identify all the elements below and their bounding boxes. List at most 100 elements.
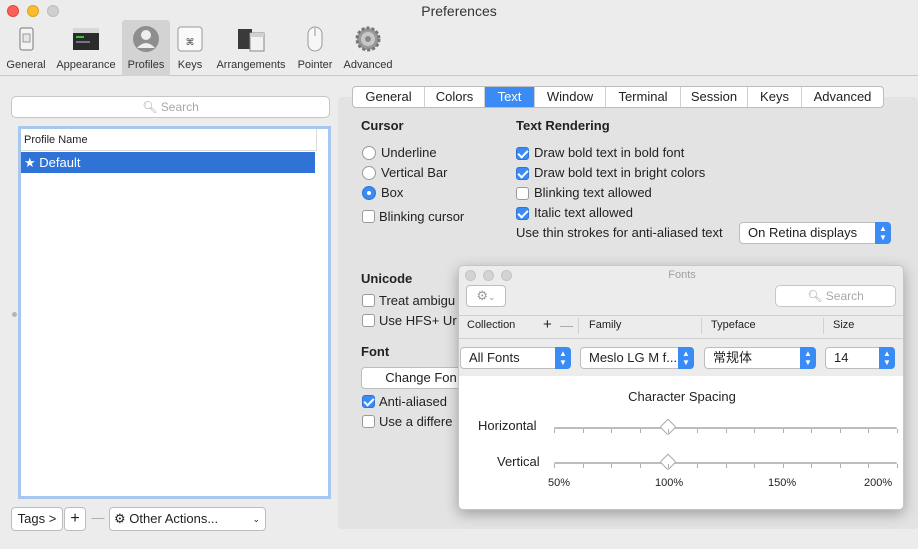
cursor-underline-radio[interactable] [362,146,376,160]
tab-advanced[interactable]: Advanced [802,87,883,107]
slider-tick [639,429,641,433]
bold-font-label: Draw bold text in bold font [534,145,685,160]
cursor-box-radio[interactable] [362,186,376,200]
toolbar-general[interactable]: General [3,20,49,76]
size-dropdown[interactable]: 14 ▲ ▼ [825,347,895,369]
fonts-search-field[interactable]: 🔍︎ Search [775,285,896,307]
profile-list[interactable]: Profile Name ★ Default [18,126,331,499]
use-hfs-checkbox[interactable] [362,314,375,327]
cursor-box-label: Box [381,185,404,200]
toolbar-appearance-label: Appearance [56,59,116,71]
profile-name-column-header[interactable]: Profile Name [21,129,317,151]
bold-font-checkbox[interactable] [516,147,529,160]
scale-label-150: 150% [768,477,797,489]
arrangements-icon [238,29,265,52]
updown-arrows-icon: ▲ ▼ [879,347,895,369]
profile-search-field[interactable]: 🔍︎ Search [11,96,330,118]
tags-button[interactable]: Tags > [11,507,63,531]
window-title: Preferences [421,3,497,19]
tab-text[interactable]: Text [485,87,535,107]
zoom-window-button[interactable] [47,5,59,17]
gear-icon [355,26,381,52]
tab-window[interactable]: Window [535,87,606,107]
scale-label-200: 200% [864,477,893,489]
phone-icon [19,27,34,51]
close-window-button[interactable] [7,5,19,17]
search-icon: 🔍︎ [807,289,823,303]
text-rendering-heading: Text Rendering [516,118,610,133]
gear-icon: ⚙ [114,511,126,526]
cursor-vertical-bar-radio[interactable] [362,166,376,180]
tab-session[interactable]: Session [681,87,748,107]
toolbar-advanced-label: Advanced [343,59,393,71]
tab-general[interactable]: General [353,87,425,107]
other-actions-label: Other Actions... [129,511,219,526]
add-collection-button[interactable]: + [543,316,552,333]
collection-value: All Fonts [469,350,520,365]
toolbar-advanced[interactable]: Advanced [340,20,396,76]
toolbar-appearance[interactable]: Appearance [52,20,120,76]
command-key-icon: ⌘ [177,26,203,52]
toolbar-general-label: General [6,59,46,71]
vertical-label: Vertical [497,454,540,469]
blinking-text-checkbox[interactable] [516,187,529,200]
other-actions-dropdown[interactable]: ⚙ Other Actions... ⌄ [109,507,266,531]
slider-tick [782,464,784,468]
slider-tick [839,464,841,468]
mouse-icon [307,26,323,52]
use-different-font-checkbox[interactable] [362,415,375,428]
profile-search-placeholder: Search [160,100,199,114]
slider-tick [725,464,727,468]
remove-profile-button[interactable]: — [88,507,108,531]
title-bar: Preferences [0,0,918,22]
anti-aliased-checkbox[interactable] [362,395,375,408]
tab-keys[interactable]: Keys [748,87,802,107]
slider-tick [782,429,784,433]
italic-text-label: Italic text allowed [534,205,633,220]
slider-tick [582,429,584,433]
profile-icon [133,26,159,52]
family-dropdown[interactable]: Meslo LG M f... ▲ ▼ [580,347,694,369]
bright-colors-checkbox[interactable] [516,167,529,180]
character-spacing-heading: Character Spacing [628,389,736,404]
scale-label-100: 100% [655,477,684,489]
blinking-text-label: Blinking text allowed [534,185,652,200]
column-divider [823,318,824,334]
cursor-underline-label: Underline [381,145,437,160]
toolbar-profiles[interactable]: Profiles [122,20,170,76]
toolbar-keys[interactable]: ⌘ Keys [173,20,207,76]
split-view-handle[interactable] [12,312,17,317]
tab-colors[interactable]: Colors [425,87,485,107]
toolbar-arrangements[interactable]: Arrangements [212,20,290,76]
fonts-action-menu[interactable]: ⚙⌄ [466,285,506,307]
treat-ambiguous-label: Treat ambigu [379,293,456,308]
remove-collection-button[interactable]: — [560,318,573,333]
collection-dropdown[interactable]: All Fonts ▲ ▼ [460,347,571,369]
blinking-cursor-checkbox[interactable] [362,210,375,223]
slider-tick [668,429,670,433]
profile-row-default[interactable]: ★ Default [21,152,315,173]
slider-tick [868,429,870,433]
typeface-dropdown[interactable]: 常规体 ▲ ▼ [704,347,816,369]
toolbar-pointer-label: Pointer [297,59,333,71]
fonts-divider [459,338,903,339]
svg-text:⌘: ⌘ [186,38,195,48]
anti-aliased-label: Anti-aliased [379,394,447,409]
thin-strokes-label: Use thin strokes for anti-aliased text [516,225,723,240]
size-value: 14 [834,350,849,365]
fonts-divider [459,315,903,316]
treat-ambiguous-checkbox[interactable] [362,294,375,307]
toolbar-pointer[interactable]: Pointer [294,20,336,76]
add-profile-button[interactable]: + [64,507,86,531]
slider-tick [897,429,898,433]
tab-terminal[interactable]: Terminal [606,87,681,107]
gear-icon: ⚙ [476,288,489,303]
typeface-column-header: Typeface [711,319,756,331]
slider-tick [639,464,641,468]
thin-strokes-dropdown[interactable]: On Retina displays ▲ ▼ [739,222,891,244]
slider-tick [696,429,698,433]
search-icon: 🔍︎ [142,100,158,114]
toolbar-profiles-label: Profiles [127,59,165,71]
minimize-window-button[interactable] [27,5,39,17]
italic-text-checkbox[interactable] [516,207,529,220]
